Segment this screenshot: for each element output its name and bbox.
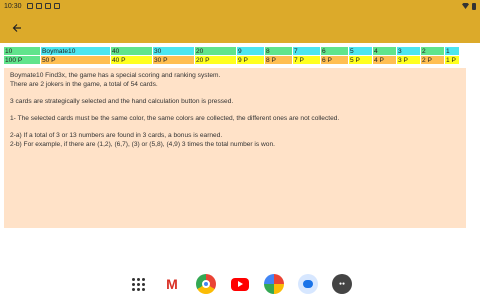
arrow-left-icon: [12, 24, 21, 32]
messages-icon[interactable]: [298, 274, 318, 294]
rules-line: 3 cards are strategically selected and t…: [10, 97, 234, 105]
grid-cell: 1: [445, 47, 460, 56]
grid-cell: 50 P: [41, 56, 111, 65]
grid-cell: 9 P: [237, 56, 265, 65]
grid-cell: 7 P: [293, 56, 321, 65]
battery-icon: [472, 2, 476, 10]
status-time: 10:30: [4, 2, 22, 10]
rules-line: 2-b) For example, if there are (1,2), (6…: [10, 140, 275, 148]
grid-cell: 3: [397, 47, 421, 56]
notification-icon: [44, 3, 51, 9]
gmail-icon[interactable]: M: [162, 274, 182, 294]
back-button[interactable]: [9, 20, 25, 36]
card-row: 10 Boymate10 40 30 20 9 8 7 6 5 4 3 2 1: [4, 47, 470, 56]
grid-cell: 4 P: [373, 56, 397, 65]
grid-cell: 20: [195, 47, 237, 56]
grid-cell: 10: [4, 47, 41, 56]
grid-cell: 40 P: [111, 56, 153, 65]
system-icons: [462, 2, 476, 10]
rules-line: Boymate10 Find3x, the game has a special…: [10, 72, 221, 79]
grid-cell: 3 P: [397, 56, 421, 65]
photos-icon[interactable]: [264, 274, 284, 294]
grid-cell: 7: [293, 47, 321, 56]
status-bar: 10:30: [0, 0, 480, 12]
grid-cell: 8 P: [265, 56, 293, 65]
chrome-icon[interactable]: [196, 274, 216, 294]
rules-line: 2-a) If a total of 3 or 13 numbers are f…: [10, 132, 223, 140]
notification-icon: [53, 3, 60, 9]
grid-cell: 30 P: [153, 56, 195, 65]
app-drawer-icon[interactable]: [128, 274, 148, 294]
youtube-icon[interactable]: [230, 274, 250, 294]
grid-cell: 4: [373, 47, 397, 56]
wifi-icon: [462, 3, 469, 9]
grid-cell: 5: [349, 47, 373, 56]
notification-icon: [26, 3, 33, 9]
grid-cell: 2: [421, 47, 445, 56]
grid-cell: Boymate10: [41, 47, 111, 56]
rules-panel: Boymate10 Find3x, the game has a special…: [4, 68, 466, 228]
app-bar: [0, 12, 480, 43]
rules-line: There are 2 jokers in the game, a total …: [10, 80, 158, 88]
grid-cell: 20 P: [195, 56, 237, 65]
rules-line: 1- The selected cards must be the same c…: [10, 114, 340, 122]
grid-cell: 100 P: [4, 56, 41, 65]
notification-icon: [35, 3, 42, 9]
grid-cell: 8: [265, 47, 293, 56]
grid-cell: 30: [153, 47, 195, 56]
grid-cell: 6: [321, 47, 349, 56]
grid-cell: 6 P: [321, 56, 349, 65]
app-dock: M ●●: [0, 268, 480, 300]
grid-cell: 5 P: [349, 56, 373, 65]
grid-cell: 2 P: [421, 56, 445, 65]
points-row: 100 P 50 P 40 P 30 P 20 P9 P8 P7 P6 P5 P4 P3…: [4, 56, 470, 65]
grid-cell: 40: [111, 47, 153, 56]
notification-icons: [26, 3, 60, 9]
grid-cell: 9: [237, 47, 265, 56]
score-grid: 10 Boymate10 40 30 20 9 8 7 6 5 4 3 2 1 100 P 50 P 40 P…: [4, 47, 470, 65]
game-app-icon[interactable]: ●●: [332, 274, 352, 294]
grid-cell: 1 P: [445, 56, 460, 65]
